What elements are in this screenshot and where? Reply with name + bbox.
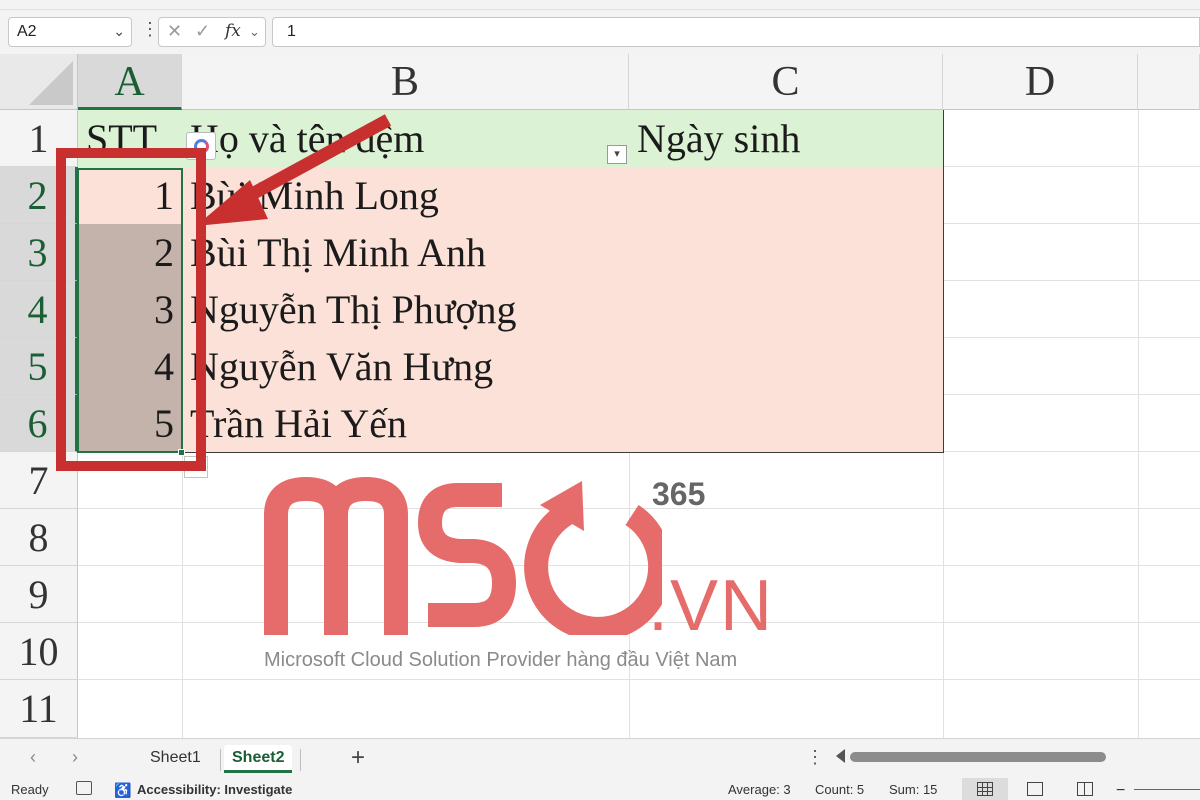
- tab-sheet2[interactable]: Sheet2: [224, 745, 293, 773]
- mso-watermark-logo: [264, 476, 662, 635]
- add-sheet-button[interactable]: +: [351, 744, 365, 772]
- accessibility-icon[interactable]: ♿: [114, 782, 131, 799]
- status-bar: Ready ♿ Accessibility: Investigate Avera…: [0, 778, 1200, 800]
- zoom-slider[interactable]: [1134, 789, 1200, 790]
- page-break-preview-button[interactable]: [1062, 778, 1108, 800]
- tab-divider: [300, 749, 301, 771]
- page-layout-icon: [1027, 782, 1043, 796]
- name-box-value: A2: [17, 23, 37, 40]
- formula-bar-options-icon[interactable]: ⋮: [141, 19, 159, 40]
- spreadsheet-grid[interactable]: A B C D 1 2 3 4 5 6 7 8 9 10 11 STT Họ v…: [0, 54, 1200, 738]
- watermark-365: 365: [652, 476, 706, 512]
- formula-bar: A2 ⌄ ⋮ ✕ ✓ fx ⌄ 1: [0, 10, 1200, 54]
- annotation-arrow: [196, 114, 392, 226]
- formula-bar-buttons: ✕ ✓ fx ⌄: [158, 17, 266, 47]
- insert-function-icon[interactable]: fx: [225, 21, 241, 41]
- cancel-icon[interactable]: ✕: [167, 21, 182, 42]
- page-break-icon: [1077, 782, 1093, 796]
- horizontal-scrollbar[interactable]: [850, 752, 1106, 762]
- tab-sheet1[interactable]: Sheet1: [142, 745, 209, 773]
- enter-icon[interactable]: ✓: [195, 21, 210, 42]
- scroll-left-icon[interactable]: [836, 749, 845, 763]
- zoom-out-button[interactable]: −: [1116, 782, 1125, 800]
- chevron-down-icon[interactable]: ⌄: [113, 23, 125, 40]
- accessibility-status[interactable]: Accessibility: Investigate: [137, 782, 292, 797]
- status-average[interactable]: Average: 3: [728, 782, 791, 797]
- normal-view-icon: [977, 782, 993, 796]
- fx-chevron-icon[interactable]: ⌄: [249, 24, 260, 40]
- normal-view-button[interactable]: [962, 778, 1008, 800]
- chevron-left-icon[interactable]: ‹: [30, 747, 36, 768]
- ribbon-edge: [0, 0, 1200, 10]
- tab-divider: [220, 749, 221, 771]
- chevron-right-icon[interactable]: ›: [72, 747, 78, 768]
- watermark-tagline: Microsoft Cloud Solution Provider hàng đ…: [264, 649, 738, 671]
- page-layout-view-button[interactable]: [1012, 778, 1058, 800]
- more-options-icon[interactable]: ⋮: [806, 747, 824, 768]
- macro-record-icon[interactable]: [76, 781, 92, 795]
- watermark-domain: .VN: [648, 566, 775, 646]
- formula-input[interactable]: 1: [272, 17, 1200, 47]
- status-ready: Ready: [11, 782, 49, 797]
- status-count[interactable]: Count: 5: [815, 782, 864, 797]
- sheet-tabs-bar: ‹ › Sheet1 Sheet2 + ⋮: [0, 738, 1200, 778]
- status-sum[interactable]: Sum: 15: [889, 782, 937, 797]
- name-box[interactable]: A2 ⌄: [8, 17, 132, 47]
